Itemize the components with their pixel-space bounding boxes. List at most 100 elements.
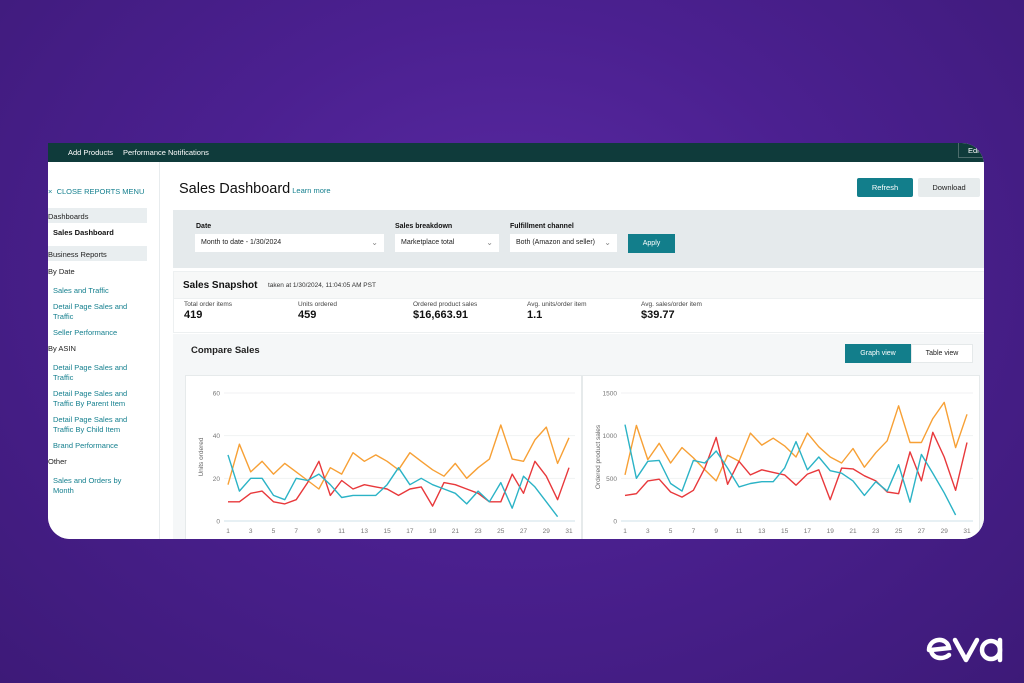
sidebar-group-by-asin: By ASIN (48, 344, 76, 353)
fulfillment-select[interactable]: Both (Amazon and seller) ⌄ (510, 234, 617, 252)
sidebar-group-other: Other (48, 457, 67, 466)
date-label: Date (196, 223, 212, 230)
y-tick-label: 1000 (603, 433, 618, 440)
x-tick-label: 17 (804, 528, 812, 535)
sidebar-link-detail-page-sales-traffic[interactable]: Detail Page Sales and Traffic (53, 302, 133, 322)
y-tick-label: 60 (213, 391, 221, 398)
x-tick-label: 23 (872, 528, 880, 535)
learn-more-link[interactable]: Learn more (292, 186, 330, 195)
eva-logo (926, 637, 1003, 663)
y-tick-label: 1500 (603, 391, 618, 398)
nav-add-products[interactable]: Add Products (68, 148, 113, 157)
sidebar-item-sales-dashboard[interactable]: Sales Dashboard (53, 228, 114, 237)
series-line-orange (227, 424, 570, 490)
download-button[interactable]: Download (918, 178, 980, 197)
y-tick-label: 0 (613, 519, 617, 526)
snapshot-header: Sales Snapshot taken at 1/30/2024, 11:04… (174, 272, 984, 299)
refresh-button[interactable]: Refresh (857, 178, 913, 197)
page-title-text: Sales Dashboard (179, 181, 291, 197)
metric-label: Units ordered (298, 301, 338, 308)
x-tick-label: 19 (429, 528, 437, 535)
edit-button[interactable]: Edi (958, 143, 984, 158)
x-tick-label: 5 (669, 528, 673, 535)
top-nav: Add Products Performance Notifications E… (48, 143, 984, 162)
sidebar-link-child-item[interactable]: Detail Page Sales and Traffic By Child I… (53, 415, 133, 435)
sidebar-link-brand-performance[interactable]: Brand Performance (53, 441, 148, 451)
metric-value: $16,663.91 (413, 309, 469, 321)
metric-label: Total order items (184, 301, 233, 308)
sidebar-link-sales-orders-month[interactable]: Sales and Orders by Month (53, 476, 133, 496)
metric-avg-units: Avg. units/order item 1.1 (527, 301, 587, 321)
close-reports-menu-label: CLOSE REPORTS MENU (56, 187, 145, 196)
table-view-button[interactable]: Table view (911, 344, 973, 363)
x-tick-label: 27 (520, 528, 528, 535)
x-tick-label: 15 (781, 528, 789, 535)
y-axis-label: Ordered product sales (595, 424, 602, 489)
sidebar-section-dashboards: Dashboards (48, 208, 147, 223)
x-tick-label: 19 (827, 528, 835, 535)
metric-value: 459 (298, 309, 317, 321)
y-tick-label: 20 (213, 476, 221, 483)
compare-sales-title: Compare Sales (191, 345, 260, 356)
metric-ordered-product-sales: Ordered product sales $16,663.91 (413, 301, 477, 321)
sales-breakdown-value: Marketplace total (401, 239, 455, 246)
compare-sales: Compare Sales Graph view Table view 0 20 4… (173, 334, 984, 539)
chevron-down-icon: ⌄ (371, 238, 378, 247)
x-tick-label: 1 (623, 528, 627, 535)
x-tick-label: 7 (294, 528, 298, 535)
snapshot-title: Sales Snapshot (183, 280, 258, 291)
sidebar-link-seller-performance[interactable]: Seller Performance (53, 328, 148, 338)
sales-breakdown-label: Sales breakdown (395, 223, 453, 230)
metric-value: $39.77 (641, 309, 675, 321)
x-tick-label: 25 (497, 528, 505, 535)
x-tick-label: 27 (918, 528, 926, 535)
metric-label: Avg. units/order item (527, 301, 587, 308)
date-select-value: Month to date - 1/30/2024 (201, 239, 282, 246)
x-tick-label: 5 (272, 528, 276, 535)
sales-snapshot: Sales Snapshot taken at 1/30/2024, 11:04… (173, 271, 984, 333)
sidebar-link-sales-and-traffic[interactable]: Sales and Traffic (53, 286, 148, 296)
sidebar-link-asin-detail-page[interactable]: Detail Page Sales and Traffic (53, 363, 133, 383)
apply-button[interactable]: Apply (628, 234, 675, 253)
metric-label: Ordered product sales (413, 301, 478, 308)
fulfillment-label: Fulfillment channel (510, 223, 574, 230)
close-reports-menu[interactable]: × CLOSE REPORTS MENU (48, 187, 144, 196)
ordered-product-sales-chart-svg: 0500100015001 3 5 7 9 11 13 15 17 19 21 23 25 27 29 31O… (595, 391, 973, 535)
nav-performance-notifications[interactable]: Performance Notifications (123, 148, 209, 157)
y-tick-label: 500 (606, 476, 617, 483)
series-line-teal (227, 454, 559, 518)
x-tick-label: 21 (849, 528, 857, 535)
metric-total-order-items: Total order items 419 (184, 301, 232, 321)
metric-units-ordered: Units ordered 459 (298, 301, 337, 321)
x-tick-label: 11 (338, 528, 345, 535)
x-tick-label: 3 (646, 528, 650, 535)
graph-view-button[interactable]: Graph view (845, 344, 911, 363)
metric-value: 419 (184, 309, 203, 321)
ordered-product-sales-chart: 0 500 1000 1500 1 3 5 7 9 11 13 15 17 19 21 23 25 27 29 31 O… (582, 375, 980, 539)
metric-avg-sales: Avg. sales/order item $39.77 (641, 301, 702, 321)
sidebar-link-parent-item[interactable]: Detail Page Sales and Traffic By Parent … (53, 389, 133, 409)
x-tick-label: 31 (565, 528, 573, 535)
x-tick-label: 23 (474, 528, 482, 535)
close-icon: × (48, 187, 53, 196)
x-tick-label: 11 (736, 528, 743, 535)
sidebar-section-business-reports: Business Reports (48, 246, 147, 261)
fulfillment-value: Both (Amazon and seller) (516, 239, 595, 246)
main-content: Sales Dashboard Learn more Refresh Downlo… (160, 162, 984, 539)
x-tick-label: 29 (941, 528, 949, 535)
units-ordered-chart: 0 20 40 60 1 3 5 7 9 11 13 15 17 19 21 23 25 27 29 31 Units … (185, 375, 582, 539)
sales-breakdown-select[interactable]: Marketplace total ⌄ (395, 234, 499, 252)
x-tick-label: 17 (406, 528, 414, 535)
chevron-down-icon: ⌄ (604, 238, 611, 247)
filter-bar: Date Month to date - 1/30/2024 ⌄ Sales br… (173, 210, 984, 268)
x-tick-label: 13 (758, 528, 766, 535)
y-axis-label: Units ordered (198, 437, 205, 476)
sidebar: × CLOSE REPORTS MENU Dashboards Sales Da… (48, 162, 160, 539)
x-tick-label: 15 (384, 528, 392, 535)
chevron-down-icon: ⌄ (486, 238, 493, 247)
x-tick-label: 31 (963, 528, 971, 535)
x-tick-label: 29 (543, 528, 551, 535)
date-select[interactable]: Month to date - 1/30/2024 ⌄ (195, 234, 384, 252)
y-tick-label: 40 (213, 433, 221, 440)
x-tick-label: 7 (692, 528, 696, 535)
